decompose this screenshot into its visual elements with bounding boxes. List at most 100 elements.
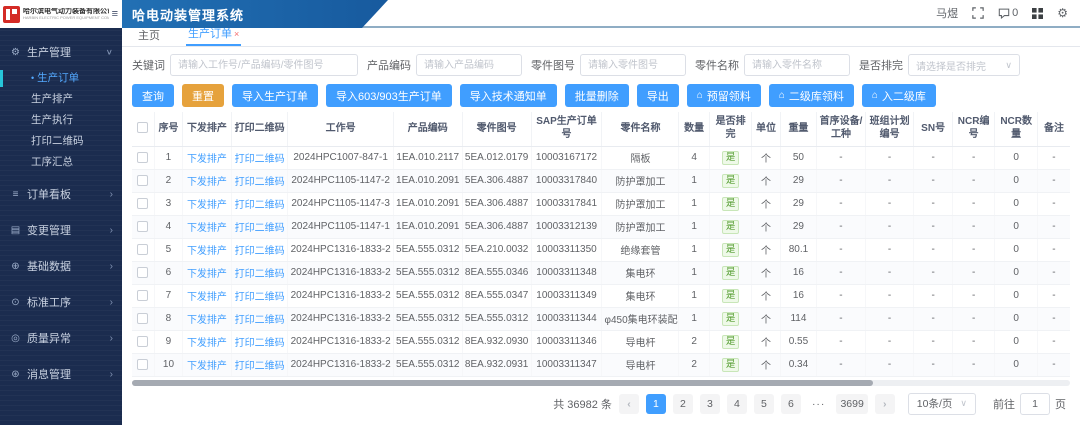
ncr-qty-cell: 0 xyxy=(995,261,1038,284)
into-secondary-warehouse-button[interactable]: ⌂入二级库 xyxy=(862,84,936,107)
goto-page-input[interactable] xyxy=(1020,393,1050,415)
dispatch-production-link[interactable]: 下发排产 xyxy=(187,269,227,280)
scheduled-badge: 是 xyxy=(722,312,740,326)
first-equip-cell: - xyxy=(817,215,866,238)
dispatch-production-link[interactable]: 下发排产 xyxy=(187,223,227,234)
print-qrcode-link[interactable]: 打印二维码 xyxy=(235,361,285,372)
dispatch-production-link[interactable]: 下发排产 xyxy=(187,315,227,326)
dispatch-production-link[interactable]: 下发排产 xyxy=(187,246,227,257)
next-page-button[interactable]: › xyxy=(875,394,895,414)
dispatch-production-link[interactable]: 下发排产 xyxy=(187,292,227,303)
row-seq: 5 xyxy=(154,238,182,261)
print-qrcode-link[interactable]: 打印二维码 xyxy=(235,177,285,188)
dispatch-production-link[interactable]: 下发排产 xyxy=(187,361,227,372)
print-qrcode-link[interactable]: 打印二维码 xyxy=(235,200,285,211)
row-checkbox[interactable] xyxy=(137,336,148,347)
ncr-no-cell: - xyxy=(952,261,995,284)
part-name-cell: φ450集电环装配 xyxy=(602,307,679,330)
page-button-5[interactable]: 5 xyxy=(754,394,774,414)
page-button-3699[interactable]: 3699 xyxy=(836,394,867,414)
sidebar-item-production-scheduling[interactable]: 生产排产 xyxy=(0,89,122,110)
sidebar-item-process-summary[interactable]: 工序汇总 xyxy=(0,152,122,173)
user-name[interactable]: 马煜 xyxy=(936,5,958,21)
horizontal-scrollbar[interactable] xyxy=(132,380,873,386)
print-qrcode-link[interactable]: 打印二维码 xyxy=(235,223,285,234)
select-all-checkbox[interactable] xyxy=(137,122,148,133)
weight-cell: 29 xyxy=(780,192,816,215)
fullscreen-icon[interactable] xyxy=(972,7,984,19)
row-checkbox[interactable] xyxy=(137,267,148,278)
part-no-cell: 5EA.306.4887 xyxy=(462,169,531,192)
row-select-cell xyxy=(132,330,154,353)
dispatch-production-link[interactable]: 下发排产 xyxy=(187,200,227,211)
prev-page-button[interactable]: ‹ xyxy=(619,394,639,414)
weight-cell: 16 xyxy=(780,261,816,284)
row-checkbox[interactable] xyxy=(137,359,148,370)
row-checkbox[interactable] xyxy=(137,198,148,209)
export-button[interactable]: 导出 xyxy=(637,84,679,107)
page-button-3[interactable]: 3 xyxy=(700,394,720,414)
row-select-cell xyxy=(132,353,154,376)
settings-gear-icon[interactable]: ⚙ xyxy=(1057,7,1068,19)
reset-button[interactable]: 重置 xyxy=(182,84,224,107)
print-qrcode-link[interactable]: 打印二维码 xyxy=(235,338,285,349)
import-tech-notice-button[interactable]: 导入技术通知单 xyxy=(460,84,557,107)
row-checkbox[interactable] xyxy=(137,152,148,163)
sn-cell: - xyxy=(914,284,952,307)
print-qrcode-link[interactable]: 打印二维码 xyxy=(235,269,285,280)
sidebar-item-order-board[interactable]: ≡ 订单看板 › xyxy=(0,176,122,212)
print-cell: 打印二维码 xyxy=(231,146,288,169)
sidebar-item-production-management[interactable]: ⚙ 生产管理 ∨ xyxy=(0,37,122,67)
reserve-pick-button[interactable]: ⌂预留领料 xyxy=(687,84,761,107)
app-title: 哈电动装管理系统 xyxy=(132,5,244,24)
tab-home[interactable]: 主页 xyxy=(136,27,162,46)
sidebar-item-production-orders[interactable]: •生产订单 xyxy=(0,68,122,89)
sidebar-item-standard-process[interactable]: ⊙ 标准工序 › xyxy=(0,284,122,320)
row-checkbox[interactable] xyxy=(137,290,148,301)
batch-delete-button[interactable]: 批量删除 xyxy=(565,84,629,107)
dispatch-production-link[interactable]: 下发排产 xyxy=(187,338,227,349)
page-button-2[interactable]: 2 xyxy=(673,394,693,414)
apps-grid-icon[interactable] xyxy=(1032,8,1043,19)
sidebar-item-base-data[interactable]: ⊕ 基础数据 › xyxy=(0,248,122,284)
keyword-input[interactable] xyxy=(170,54,358,76)
page-button-4[interactable]: 4 xyxy=(727,394,747,414)
search-button[interactable]: 查询 xyxy=(132,84,174,107)
part-no-input[interactable] xyxy=(580,54,686,76)
row-checkbox[interactable] xyxy=(137,313,148,324)
print-qrcode-link[interactable]: 打印二维码 xyxy=(235,315,285,326)
page-ellipsis: ··· xyxy=(808,394,830,414)
import-603-903-button[interactable]: 导入603/903生产订单 xyxy=(326,84,452,107)
print-cell: 打印二维码 xyxy=(231,307,288,330)
row-checkbox[interactable] xyxy=(137,221,148,232)
message-icon[interactable]: 0 xyxy=(998,7,1018,19)
secondary-warehouse-pick-button[interactable]: ⌂二级库领料 xyxy=(769,84,854,107)
print-qrcode-link[interactable]: 打印二维码 xyxy=(235,154,285,165)
dispatch-production-link[interactable]: 下发排产 xyxy=(187,177,227,188)
sidebar-collapse-icon[interactable]: ≡ xyxy=(112,8,119,20)
product-code-input[interactable] xyxy=(416,54,522,76)
qty-cell: 1 xyxy=(679,238,709,261)
part-name-input[interactable] xyxy=(744,54,850,76)
sidebar-item-production-execution[interactable]: 生产执行 xyxy=(0,110,122,131)
row-checkbox[interactable] xyxy=(137,244,148,255)
scheduled-badge: 是 xyxy=(722,243,740,257)
sidebar-item-quality-exception[interactable]: ◎ 质量异常 › xyxy=(0,320,122,356)
import-production-order-button[interactable]: 导入生产订单 xyxy=(232,84,318,107)
print-qrcode-link[interactable]: 打印二维码 xyxy=(235,246,285,257)
scheduled-select[interactable]: 请选择是否排完 ∨ xyxy=(908,54,1020,76)
message-management-icon: ⊛ xyxy=(9,369,22,380)
page-size-select[interactable]: 10条/页 ∨ xyxy=(908,393,976,415)
tab-production-orders[interactable]: 生产订单× xyxy=(186,25,241,46)
dispatch-cell: 下发排产 xyxy=(183,146,232,169)
row-checkbox[interactable] xyxy=(137,175,148,186)
dispatch-production-link[interactable]: 下发排产 xyxy=(187,154,227,165)
weight-cell: 50 xyxy=(780,146,816,169)
sidebar-item-print-qrcode[interactable]: 打印二维码 xyxy=(0,131,122,152)
page-button-6[interactable]: 6 xyxy=(781,394,801,414)
sidebar-item-message-management[interactable]: ⊛ 消息管理 › xyxy=(0,356,122,392)
sidebar-item-change-management[interactable]: ▤ 变更管理 › xyxy=(0,212,122,248)
print-qrcode-link[interactable]: 打印二维码 xyxy=(235,292,285,303)
tab-close-icon[interactable]: × xyxy=(234,29,239,39)
page-button-1[interactable]: 1 xyxy=(646,394,666,414)
